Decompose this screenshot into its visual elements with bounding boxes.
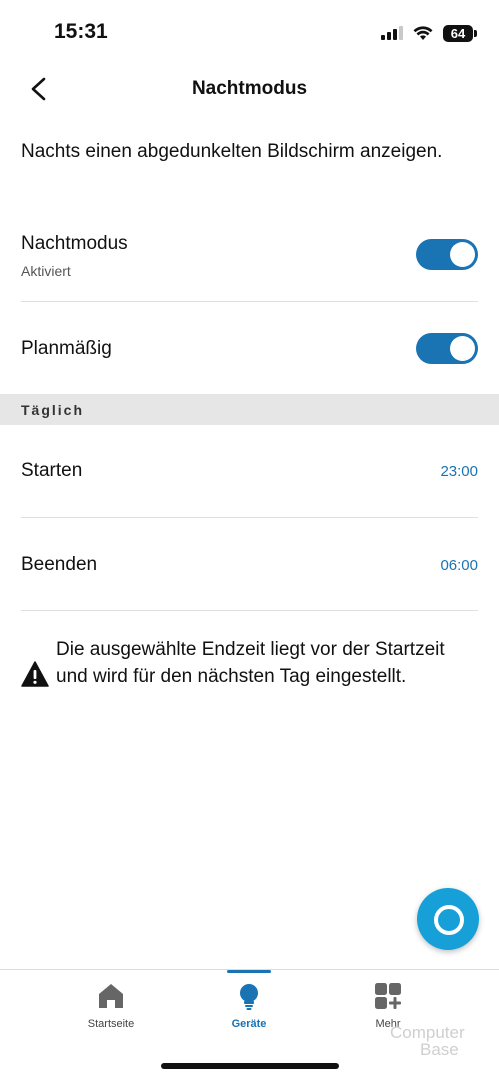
status-icons: 64 [381, 22, 477, 44]
home-icon [99, 984, 123, 1008]
page-title: Nachtmodus [191, 78, 308, 99]
night-mode-label: Nachtmodus [21, 233, 128, 254]
alexa-button[interactable] [417, 888, 479, 950]
watermark-line-2: Base [420, 1040, 459, 1059]
divider [21, 301, 478, 302]
scheduled-row: Planmäßig [21, 338, 478, 360]
divider [21, 610, 478, 611]
active-tab-indicator [227, 970, 271, 973]
battery-level: 64 [450, 25, 466, 41]
night-mode-toggle[interactable] [416, 239, 478, 270]
end-time-row[interactable]: Beenden [21, 554, 478, 576]
status-time: 15:31 [54, 20, 108, 43]
start-time-value[interactable]: 23:00 [440, 463, 478, 480]
toggle-knob [450, 242, 475, 267]
battery-icon: 64 [443, 24, 477, 42]
scheduled-label: Planmäßig [21, 338, 112, 359]
warning-text: Die ausgewählte Endzeit liegt vor der St… [56, 639, 445, 687]
section-header-daily: Täglich [0, 394, 499, 425]
description-text: Nachts einen abgedunkelten Bildschirm an… [21, 141, 443, 162]
start-time-row[interactable]: Starten [21, 460, 478, 482]
wifi-icon [413, 25, 433, 40]
toggle-knob [450, 336, 475, 361]
night-mode-row: Nachtmodus Aktiviert [21, 233, 478, 279]
lightbulb-icon [240, 984, 258, 1010]
tab-devices[interactable]: Geräte [199, 970, 299, 1040]
night-mode-status: Aktiviert [21, 263, 71, 279]
tab-home[interactable]: Startseite [61, 970, 161, 1040]
nav-header: Nachtmodus [0, 66, 499, 112]
end-time-label: Beenden [21, 554, 98, 575]
end-time-value[interactable]: 06:00 [440, 557, 478, 574]
more-grid-icon [375, 983, 401, 1009]
watermark-line-1: Computer [390, 1023, 465, 1042]
warning-icon [21, 661, 49, 687]
section-label: Täglich [21, 402, 85, 418]
watermark: Computer Base [390, 1024, 490, 1068]
scheduled-toggle[interactable] [416, 333, 478, 364]
divider [21, 517, 478, 518]
tab-label: Startseite [87, 1018, 135, 1030]
status-bar: 15:31 64 [0, 0, 499, 66]
home-indicator [161, 1063, 339, 1069]
tab-label: Geräte [231, 1018, 267, 1030]
cellular-signal-icon [381, 26, 403, 40]
alexa-icon [434, 905, 464, 935]
start-time-label: Starten [21, 460, 83, 481]
